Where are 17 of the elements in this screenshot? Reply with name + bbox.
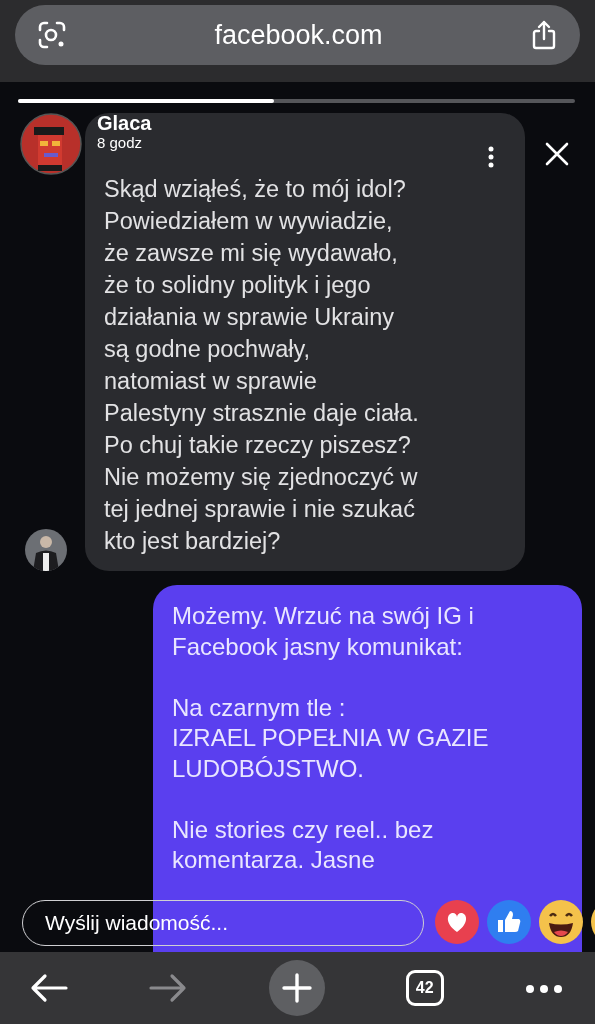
post-time: 8 godz [97,134,144,152]
message-text: Możemy. Wrzuć na swój IG i Facebook jasny komunikat: Na czarnym tle : IZRAEL POPEŁNIA W GAZIE LUDOBÓJSTWO. Nie stories czy reel.. bez komentarza. Jasne [172,601,490,875]
lens-icon[interactable] [37,20,67,50]
address-bar[interactable]: facebook.com [15,5,580,65]
author-name[interactable]: Glaca [97,112,152,134]
message-text: Skąd wziąłeś, że to mój idol? Powiedziałem w wywiadzie, że zawsze mi się wydawało, że to solidny polityk i jego działania w sprawie Ukrainy są godne pochwały, natomiast w sprawie Palestyny strasznie daje ciała. Po chuj takie rzeczy piszesz? Nie możemy się zjednoczyć w tej jednej sprawie i nie szukać kto jest bardziej? [104,175,420,556]
avatar-icon[interactable] [20,113,82,175]
haha-reaction-icon[interactable] [538,899,584,945]
url-text: facebook.com [214,18,383,52]
close-icon[interactable] [545,141,569,166]
share-icon[interactable] [530,20,558,50]
tabs-button[interactable]: 42 [405,970,444,1006]
forward-icon[interactable] [149,973,188,1003]
back-icon[interactable] [30,973,68,1003]
plus-icon [281,973,312,1003]
heart-reaction-icon[interactable] [434,899,480,945]
like-reaction-icon[interactable] [486,899,532,945]
